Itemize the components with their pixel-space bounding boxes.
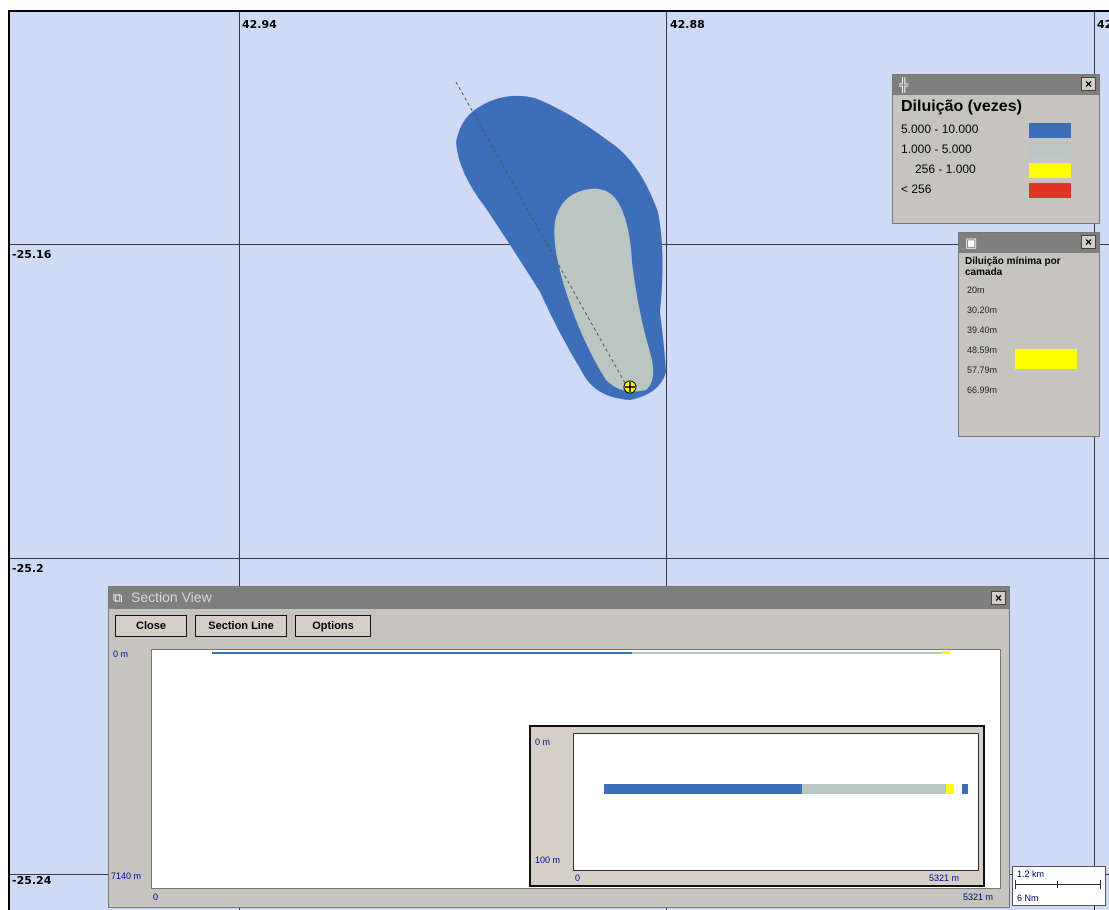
layer-row: 20m: [967, 285, 985, 295]
layer-row: 39.40m: [967, 325, 998, 335]
inset-profile-inner: [802, 784, 946, 794]
options-button[interactable]: Options: [295, 615, 371, 637]
legend-icon: ╬: [899, 77, 909, 92]
scale-bar: 1.2 km 6 Nm: [1012, 866, 1106, 906]
section-profile-outer: [212, 652, 632, 654]
inset-section-plot[interactable]: 0 m 100 m 0 5321 m: [529, 725, 985, 887]
section-title: Section View: [131, 589, 212, 605]
close-icon[interactable]: ×: [1081, 77, 1096, 91]
layer-legend-window[interactable]: ▣ × Diluição mínima por camada 20m 30.20…: [958, 232, 1100, 437]
legend-titlebar[interactable]: ╬ ×: [893, 75, 1099, 95]
section-profile-marker: [942, 651, 950, 654]
legend-row-label: < 256: [901, 182, 932, 196]
inset-x-right-label: 5321 m: [929, 873, 960, 883]
legend-row: 1.000 - 5.000: [893, 140, 1099, 160]
inset-profile-marker: [946, 784, 954, 794]
section-profile-inner: [632, 652, 942, 654]
legend-swatch: [1015, 349, 1077, 369]
section-line-button[interactable]: Section Line: [195, 615, 287, 637]
legend-row: 256 - 1.000: [893, 160, 1099, 180]
y-axis-bottom-label: 7140 m: [111, 871, 142, 881]
close-icon[interactable]: ×: [991, 591, 1006, 605]
inset-plot-area: [573, 733, 979, 871]
legend-row-label: 1.000 - 5.000: [901, 142, 972, 156]
legend-swatch: [1029, 183, 1071, 198]
window-icon: ▣: [965, 235, 978, 250]
legend-title: Diluição (vezes): [901, 98, 1022, 115]
dilution-legend-window[interactable]: ╬ × Diluição (vezes) 5.000 - 10.000 1.00…: [892, 74, 1100, 224]
close-button[interactable]: Close: [115, 615, 187, 637]
legend-title: Diluição mínima por camada: [965, 256, 1061, 278]
scale-tick: [1100, 880, 1101, 889]
scale-nm-label: 6 Nm: [1017, 893, 1039, 903]
legend-row-label: 5.000 - 10.000: [901, 122, 979, 136]
x-axis-left-label: 0: [153, 892, 159, 902]
legend-row-label: 256 - 1.000: [915, 162, 976, 176]
legend-swatch: [1029, 143, 1071, 158]
inset-y-bottom-label: 100 m: [535, 855, 561, 865]
section-view-window[interactable]: ⧉ Section View × Close Section Line Opti…: [108, 586, 1010, 908]
legend-titlebar[interactable]: ▣ ×: [959, 233, 1099, 253]
scale-tick: [1015, 880, 1016, 889]
section-view-icon: ⧉: [113, 590, 123, 605]
inset-y-top-label: 0 m: [535, 737, 551, 747]
layer-row: 66.99m: [967, 385, 998, 395]
inset-x-left-label: 0: [575, 873, 581, 883]
legend-swatch: [1029, 163, 1071, 178]
map-view[interactable]: 42.94 42.88 42 -25.16 -25.2 -25.24 ╬ × D…: [0, 0, 1109, 910]
close-icon[interactable]: ×: [1081, 235, 1096, 249]
legend-row: 5.000 - 10.000: [893, 120, 1099, 140]
scale-line: [1015, 884, 1101, 885]
scale-km-label: 1.2 km: [1017, 869, 1045, 879]
x-axis-right-label: 5321 m: [963, 892, 994, 902]
y-axis-top-label: 0 m: [113, 649, 129, 659]
section-titlebar[interactable]: ⧉ Section View ×: [109, 587, 1009, 609]
layer-row: 30.20m: [967, 305, 998, 315]
legend-row: < 256: [893, 180, 1099, 200]
legend-swatch: [1029, 123, 1071, 138]
scale-tick: [1057, 881, 1058, 888]
inset-profile-tip: [962, 784, 968, 794]
inset-profile-outer: [604, 784, 802, 794]
